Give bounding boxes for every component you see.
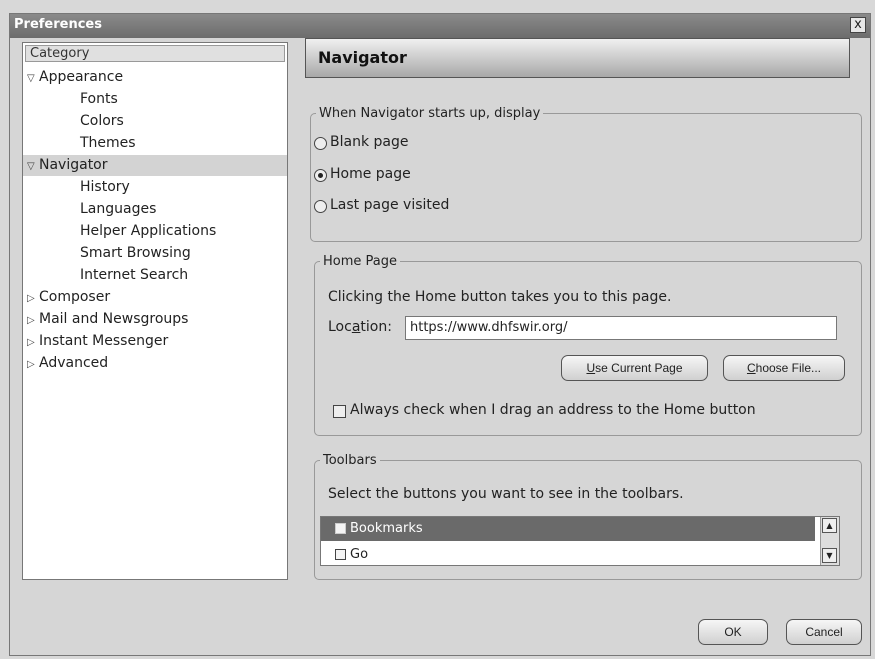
scroll-down-icon[interactable]: ▼ — [822, 548, 837, 563]
sidebar-item-label: Advanced — [39, 355, 109, 371]
twisty-closed-icon[interactable]: ▷ — [27, 332, 39, 353]
location-label-part: Loc — [328, 319, 352, 335]
sidebar-item-history[interactable]: History — [80, 177, 130, 198]
sidebar-item-themes[interactable]: Themes — [80, 133, 136, 154]
window-title: Preferences — [14, 17, 102, 32]
sidebar-item-label: Colors — [80, 113, 124, 129]
sidebar-item-advanced[interactable]: ▷ Advanced — [27, 353, 108, 374]
close-icon: x — [854, 17, 862, 32]
always-check-label[interactable]: Always check when I drag an address to t… — [350, 402, 756, 418]
ok-button[interactable]: OK — [698, 619, 768, 645]
twisty-closed-icon[interactable]: ▷ — [27, 310, 39, 331]
list-item-checkbox[interactable] — [335, 549, 346, 560]
sidebar-item-label: Appearance — [39, 69, 124, 85]
radio-home-page-label[interactable]: Home page — [330, 166, 411, 182]
radio-blank-page[interactable] — [314, 137, 327, 150]
location-label-part: tion: — [360, 319, 392, 335]
sidebar-item-helper-applications[interactable]: Helper Applications — [80, 221, 216, 242]
scroll-up-icon[interactable]: ▲ — [822, 518, 837, 533]
location-label: Location: — [328, 319, 392, 335]
sidebar-item-fonts[interactable]: Fonts — [80, 89, 118, 110]
toolbars-legend: Toolbars — [323, 453, 377, 468]
list-item-label: Go — [350, 547, 369, 562]
twisty-closed-icon[interactable]: ▷ — [27, 288, 39, 309]
use-current-label: se Current Page — [595, 361, 683, 375]
category-tree[interactable]: Category ▽ Appearance Fonts Colors Themes… — [22, 42, 288, 580]
sidebar-item-mail-and-newsgroups[interactable]: ▷ Mail and Newsgroups — [27, 309, 188, 330]
sidebar-item-colors[interactable]: Colors — [80, 111, 124, 132]
list-scrollbar[interactable]: ▲ ▼ — [820, 517, 839, 565]
radio-blank-page-label[interactable]: Blank page — [330, 134, 408, 150]
panel-title: Navigator — [305, 38, 850, 78]
choose-file-accel: C — [746, 361, 756, 375]
sidebar-item-navigator[interactable]: ▽ Navigator — [23, 155, 287, 176]
toolbar-buttons-list[interactable]: Bookmarks Go ▲ ▼ — [320, 516, 840, 566]
choose-file-label: hoose File... — [755, 361, 822, 375]
homepage-legend: Home Page — [323, 254, 397, 269]
sidebar-item-appearance[interactable]: ▽ Appearance — [27, 67, 283, 88]
list-item-label: Bookmarks — [350, 521, 423, 536]
sidebar-item-label: Navigator — [39, 157, 108, 173]
category-header: Category — [25, 45, 285, 62]
list-item-checkbox[interactable] — [335, 523, 346, 534]
always-check-checkbox[interactable] — [333, 405, 346, 418]
sidebar-item-label: History — [80, 179, 130, 195]
startup-legend: When Navigator starts up, display — [319, 106, 541, 121]
sidebar-item-label: Helper Applications — [80, 223, 217, 239]
sidebar-item-languages[interactable]: Languages — [80, 199, 156, 220]
location-input[interactable]: https://www.dhfswir.org/ — [405, 316, 837, 340]
sidebar-item-label: Instant Messenger — [39, 333, 169, 349]
close-button[interactable]: x — [850, 17, 866, 33]
sidebar-item-instant-messenger[interactable]: ▷ Instant Messenger — [27, 331, 168, 352]
sidebar-item-internet-search[interactable]: Internet Search — [80, 265, 188, 286]
sidebar-item-label: Smart Browsing — [80, 245, 191, 261]
use-current-page-button[interactable]: Use Current Page — [561, 355, 708, 381]
twisty-closed-icon[interactable]: ▷ — [27, 354, 39, 375]
sidebar-item-label: Fonts — [80, 91, 118, 107]
twisty-open-icon[interactable]: ▽ — [27, 156, 39, 177]
twisty-open-icon[interactable]: ▽ — [27, 68, 39, 89]
homepage-description: Clicking the Home button takes you to th… — [328, 289, 672, 305]
radio-last-page-visited[interactable] — [314, 200, 327, 213]
sidebar-item-label: Mail and Newsgroups — [39, 311, 189, 327]
sidebar-item-smart-browsing[interactable]: Smart Browsing — [80, 243, 191, 264]
cancel-button[interactable]: Cancel — [786, 619, 862, 645]
title-bar[interactable]: Preferences x — [10, 14, 870, 38]
sidebar-item-label: Themes — [80, 135, 136, 151]
toolbars-description: Select the buttons you want to see in th… — [328, 486, 684, 502]
radio-last-page-visited-label[interactable]: Last page visited — [330, 197, 449, 213]
sidebar-item-label: Internet Search — [80, 267, 189, 283]
list-item[interactable]: Bookmarks — [321, 517, 815, 541]
use-current-accel: U — [586, 361, 596, 375]
sidebar-item-composer[interactable]: ▷ Composer — [27, 287, 110, 308]
choose-file-button[interactable]: Choose File... — [723, 355, 845, 381]
sidebar-item-label: Composer — [39, 289, 111, 305]
list-item[interactable]: Go — [321, 543, 815, 565]
radio-home-page[interactable] — [314, 169, 327, 182]
sidebar-item-label: Languages — [80, 201, 157, 217]
